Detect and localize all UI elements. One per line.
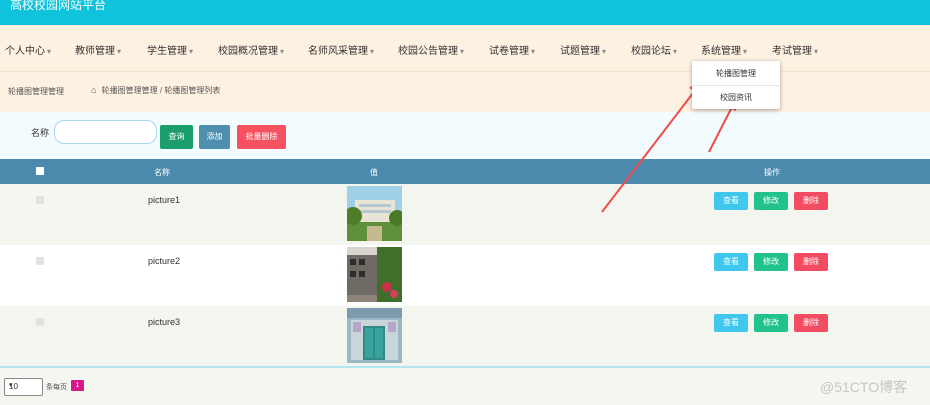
annotation-arrow-line	[708, 102, 735, 153]
annotation-arrow-line	[601, 83, 701, 213]
system-management-dropdown: 轮播图管理 校园资讯	[692, 61, 780, 109]
annotation-arrows	[601, 76, 738, 213]
menu-item-campus-news[interactable]: 校园资讯	[692, 86, 780, 109]
menu-item-carousel-management[interactable]: 轮播图管理	[692, 62, 780, 85]
